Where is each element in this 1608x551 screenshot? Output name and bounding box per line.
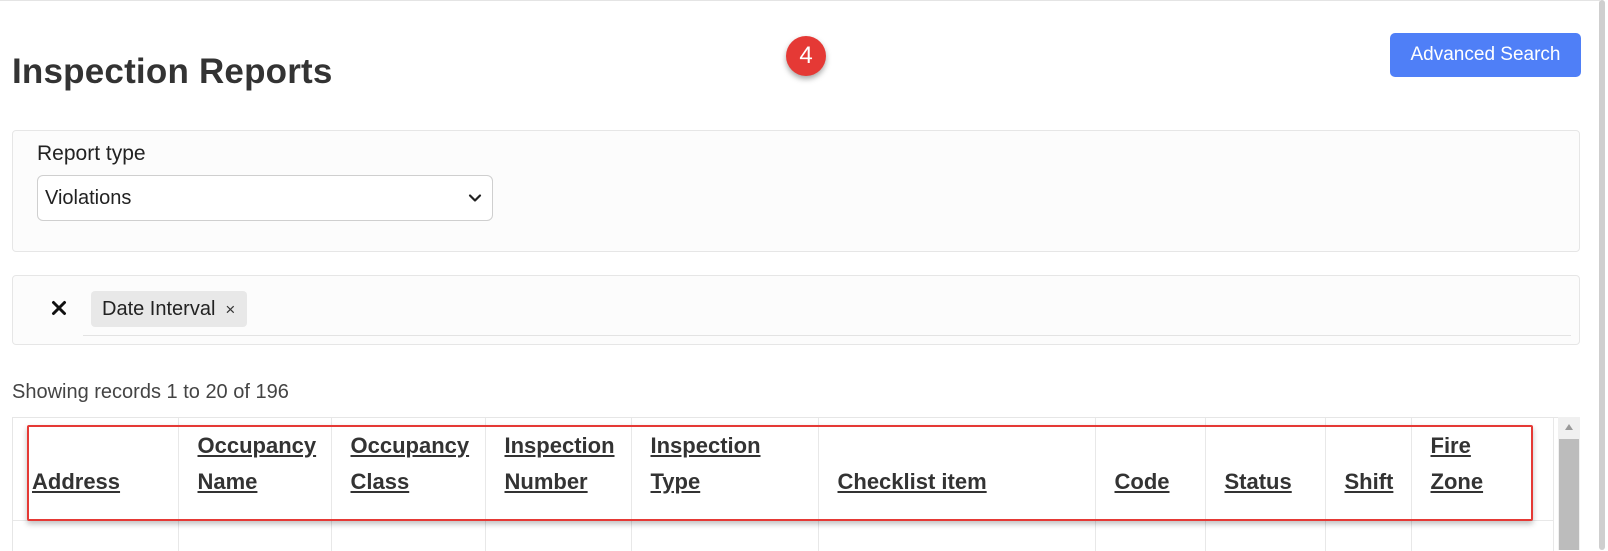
column-header-checklist-item[interactable]: Checklist item	[818, 418, 1096, 521]
report-type-panel: Report type Violations	[12, 130, 1580, 252]
column-header-link[interactable]: Address	[32, 469, 120, 494]
page-title: Inspection Reports	[12, 52, 333, 91]
column-header-link[interactable]: Shift	[1345, 469, 1394, 494]
column-header-link[interactable]: Inspection Type	[651, 433, 761, 494]
scroll-up-arrow-icon[interactable]	[1564, 423, 1574, 431]
filter-chip-date-interval[interactable]: Date Interval ×	[91, 291, 248, 327]
column-header-fire-zone[interactable]: Fire Zone	[1411, 418, 1554, 521]
column-header-link[interactable]: Fire Zone	[1431, 433, 1484, 494]
chevron-down-icon	[468, 194, 482, 202]
filter-input-underline	[83, 335, 1571, 336]
scroll-thumb[interactable]	[1559, 439, 1579, 550]
records-count-text: Showing records 1 to 20 of 196	[12, 381, 289, 403]
page-scrollbar[interactable]	[1599, 0, 1605, 550]
close-icon[interactable]	[51, 300, 67, 316]
column-header-inspection-number[interactable]: Inspection Number	[485, 418, 632, 521]
column-header-address[interactable]: Address	[13, 418, 179, 521]
chip-remove-icon[interactable]: ×	[225, 301, 235, 318]
top-border	[0, 0, 1600, 1]
column-header-link[interactable]: Inspection Number	[505, 433, 615, 494]
column-header-inspection-type[interactable]: Inspection Type	[631, 418, 819, 521]
column-header-link[interactable]: Status	[1225, 469, 1292, 494]
report-type-label: Report type	[37, 142, 146, 165]
column-header-shift[interactable]: Shift	[1325, 418, 1412, 521]
filter-chip-label: Date Interval	[102, 297, 216, 320]
report-type-select[interactable]: Violations	[37, 175, 493, 221]
advanced-search-button[interactable]: Advanced Search	[1390, 33, 1581, 77]
column-header-status[interactable]: Status	[1205, 418, 1326, 521]
table-row	[13, 520, 1554, 551]
column-header-occupancy-class[interactable]: Occupancy Class	[331, 418, 486, 521]
column-header-link[interactable]: Checklist item	[838, 469, 987, 494]
column-header-link[interactable]: Occupancy Class	[351, 433, 470, 494]
column-header-occupancy-name[interactable]: Occupancy Name	[178, 418, 332, 521]
table-scrollbar[interactable]	[1558, 417, 1580, 550]
column-header-code[interactable]: Code	[1095, 418, 1206, 521]
column-header-link[interactable]: Occupancy Name	[198, 433, 317, 494]
report-type-selected-value: Violations	[45, 187, 132, 209]
table-header-row: Address Occupancy Name Occupancy Class Ins…	[13, 418, 1554, 521]
active-filters-panel: Date Interval ×	[12, 275, 1580, 345]
results-table: Address Occupancy Name Occupancy Class Ins…	[12, 417, 1559, 551]
step-badge: 4	[786, 36, 826, 76]
column-header-link[interactable]: Code	[1115, 469, 1170, 494]
